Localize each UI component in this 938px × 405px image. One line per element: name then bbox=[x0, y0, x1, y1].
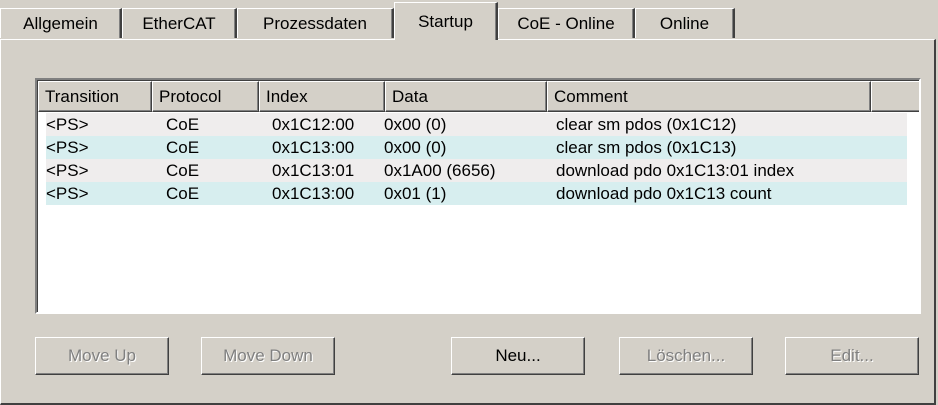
tab-label: Online bbox=[659, 13, 710, 33]
cell-transition: <PS> bbox=[46, 161, 89, 180]
new-button[interactable]: Neu... bbox=[451, 337, 585, 375]
tab-ethercat[interactable]: EtherCAT bbox=[122, 8, 237, 38]
column-header-transition[interactable]: Transition bbox=[38, 81, 152, 112]
column-header-comment[interactable]: Comment bbox=[547, 81, 871, 112]
cell-comment: download pdo 0x1C13:01 index bbox=[556, 161, 795, 180]
cell-protocol: CoE bbox=[166, 161, 200, 180]
cell-comment: clear sm pdos (0x1C13) bbox=[556, 138, 737, 157]
cell-index: 0x1C12:00 bbox=[272, 115, 355, 134]
cell-comment: clear sm pdos (0x1C12) bbox=[556, 115, 737, 134]
list-rows: <PS> CoE 0x1C12:00 0x00 (0) clear sm pdo… bbox=[46, 113, 907, 205]
cell-protocol: CoE bbox=[166, 184, 200, 203]
cell-data: 0x00 (0) bbox=[384, 138, 447, 157]
column-header-index[interactable]: Index bbox=[259, 81, 385, 112]
tab-online[interactable]: Online bbox=[635, 8, 735, 38]
tab-label: CoE - Online bbox=[517, 13, 615, 33]
tab-label: Startup bbox=[418, 11, 473, 31]
cell-index: 0x1C13:00 bbox=[272, 184, 355, 203]
cell-transition: <PS> bbox=[46, 138, 89, 157]
table-row[interactable]: <PS> CoE 0x1C13:01 0x1A00 (6656) downloa… bbox=[46, 159, 907, 182]
cell-index: 0x1C13:01 bbox=[272, 161, 355, 180]
edit-button[interactable]: Edit... bbox=[785, 337, 919, 375]
move-down-button[interactable]: Move Down bbox=[201, 337, 335, 375]
tab-allgemein[interactable]: Allgemein bbox=[0, 8, 122, 38]
tab-bar: Allgemein EtherCAT Prozessdaten Startup … bbox=[0, 0, 938, 40]
cell-data: 0x00 (0) bbox=[384, 115, 447, 134]
move-up-button[interactable]: Move Up bbox=[35, 337, 169, 375]
cell-data: 0x1A00 (6656) bbox=[384, 161, 496, 180]
tab-label: Prozessdaten bbox=[263, 13, 367, 33]
cell-protocol: CoE bbox=[166, 138, 200, 157]
column-header-protocol[interactable]: Protocol bbox=[152, 81, 259, 112]
table-row[interactable]: <PS> CoE 0x1C13:00 0x00 (0) clear sm pdo… bbox=[46, 136, 907, 159]
list-header: Transition Protocol Index Data Comment bbox=[38, 81, 919, 112]
tab-label: Allgemein bbox=[23, 13, 98, 33]
tab-prozessdaten[interactable]: Prozessdaten bbox=[237, 8, 394, 38]
tab-label: EtherCAT bbox=[142, 13, 216, 33]
table-row[interactable]: <PS> CoE 0x1C12:00 0x00 (0) clear sm pdo… bbox=[46, 113, 907, 136]
delete-button[interactable]: Löschen... bbox=[619, 337, 753, 375]
startup-list[interactable]: Transition Protocol Index Data Comment <… bbox=[35, 78, 921, 314]
cell-data: 0x01 (1) bbox=[384, 184, 447, 203]
cell-comment: download pdo 0x1C13 count bbox=[556, 184, 772, 203]
cell-protocol: CoE bbox=[166, 115, 200, 134]
tab-coe-online[interactable]: CoE - Online bbox=[498, 8, 635, 38]
column-header-empty[interactable] bbox=[871, 81, 919, 112]
table-row[interactable]: <PS> CoE 0x1C13:00 0x01 (1) download pdo… bbox=[46, 182, 907, 205]
tab-startup[interactable]: Startup bbox=[394, 2, 498, 40]
column-header-data[interactable]: Data bbox=[385, 81, 547, 112]
cell-transition: <PS> bbox=[46, 184, 89, 203]
cell-index: 0x1C13:00 bbox=[272, 138, 355, 157]
cell-transition: <PS> bbox=[46, 115, 89, 134]
